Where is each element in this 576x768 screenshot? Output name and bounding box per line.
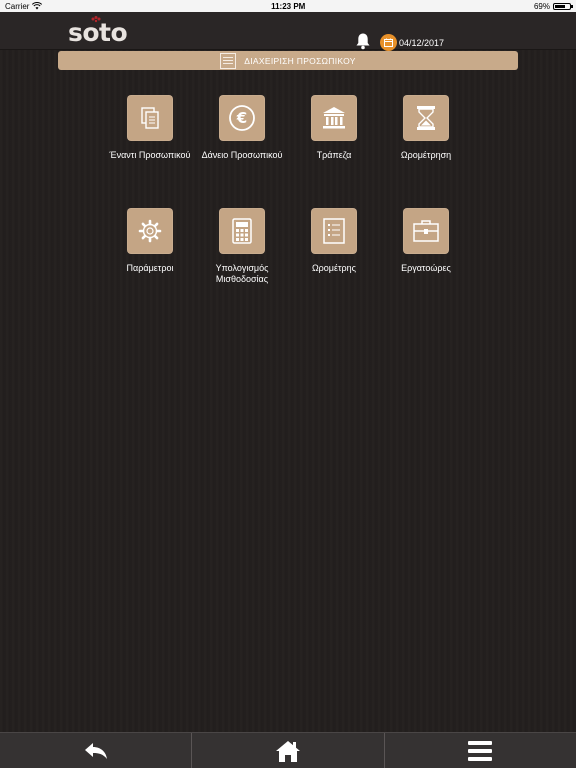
- tile-daneio-prosopikou[interactable]: € Δάνειο Προσωπικού: [194, 95, 290, 161]
- bell-icon[interactable]: [355, 32, 371, 50]
- menu-button[interactable]: [383, 733, 576, 768]
- svg-text:€: €: [236, 109, 247, 127]
- tile-label: Ωρομέτρηση: [400, 150, 452, 160]
- tile-orometris[interactable]: Ωρομέτρης: [286, 208, 382, 274]
- bottom-nav: [0, 732, 576, 768]
- calculator-icon: [232, 218, 252, 244]
- tile-ergatoores[interactable]: Εργατοώρες: [378, 208, 474, 274]
- tile-label: Παράμετροι: [126, 263, 174, 273]
- tile-icon-box[interactable]: [127, 95, 173, 141]
- carrier-label: Carrier: [5, 1, 30, 11]
- checklist-icon: [323, 218, 345, 244]
- tile-icon-box[interactable]: [219, 208, 265, 254]
- documents-icon: [141, 107, 159, 129]
- soto-logo[interactable]: soto: [68, 16, 134, 48]
- current-date: 04/12/2017: [399, 37, 445, 48]
- tile-label: Δάνειο Προσωπικού: [201, 150, 283, 160]
- battery-icon: [553, 2, 573, 10]
- tile-label: Ωρομέτρης: [311, 263, 357, 273]
- tile-icon-box[interactable]: [403, 208, 449, 254]
- briefcase-icon: [413, 220, 439, 242]
- euro-icon: €: [229, 105, 255, 131]
- tile-icon-box[interactable]: [311, 95, 357, 141]
- tile-icon-box[interactable]: [403, 95, 449, 141]
- gear-icon: [138, 219, 162, 243]
- calendar-icon: [380, 34, 397, 51]
- tile-label: Υπολογισμός Μισθοδοσίας: [215, 263, 269, 284]
- tile-label: Έναντι Προσωπικού: [109, 150, 191, 160]
- status-bar: Carrier 11:23 PM 69%: [0, 0, 576, 12]
- hourglass-icon: [417, 106, 435, 130]
- menu-icon: [468, 740, 493, 761]
- tile-label: Τράπεζα: [316, 150, 352, 160]
- tile-label: Εργατοώρες: [401, 263, 451, 273]
- tile-icon-box[interactable]: [311, 208, 357, 254]
- back-button[interactable]: [0, 733, 191, 768]
- tile-icon-box[interactable]: [127, 208, 173, 254]
- tile-icon-box[interactable]: €: [219, 95, 265, 141]
- section-title: ΔΙΑΧΕΙΡΙΣΗ ΠΡΟΣΩΠΙΚΟΥ: [244, 55, 356, 66]
- battery-fill: [555, 4, 565, 8]
- status-time: 11:23 PM: [271, 1, 306, 11]
- tile-parametroi[interactable]: Παράμετροι: [102, 208, 198, 274]
- app-header: soto 04/12/2017: [0, 12, 576, 51]
- home-button[interactable]: [191, 733, 383, 768]
- tile-enanti-prosopikou[interactable]: Έναντι Προσωπικού: [102, 95, 198, 161]
- date-display[interactable]: 04/12/2017: [380, 34, 444, 51]
- home-icon: [275, 740, 300, 762]
- list-icon: [220, 52, 237, 69]
- tile-ypologismos-misthodosias[interactable]: Υπολογισμός Μισθοδοσίας: [194, 208, 290, 285]
- tile-trapeza[interactable]: Τράπεζα: [286, 95, 382, 161]
- back-icon: [84, 742, 107, 759]
- wifi-icon: [32, 2, 43, 10]
- battery-percent: 69%: [533, 1, 550, 11]
- bank-icon: [323, 107, 345, 129]
- logo-text: soto: [68, 18, 128, 47]
- tile-orometrisi[interactable]: Ωρομέτρηση: [378, 95, 474, 161]
- section-header: ΔΙΑΧΕΙΡΙΣΗ ΠΡΟΣΩΠΙΚΟΥ: [58, 51, 518, 70]
